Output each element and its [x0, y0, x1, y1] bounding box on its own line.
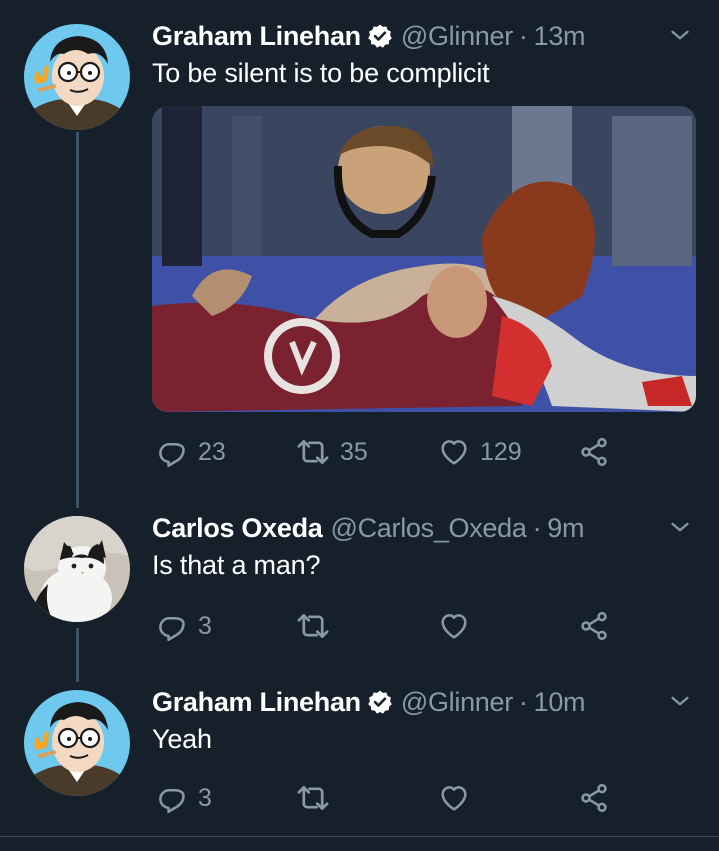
timestamp[interactable]: 10m: [534, 687, 586, 718]
retweet-icon: [296, 781, 330, 815]
reply-count: 3: [198, 611, 212, 640]
divider: [0, 836, 719, 837]
chevron-down-icon: [667, 22, 693, 48]
author-handle[interactable]: @Glinner: [401, 21, 513, 52]
separator: ·: [532, 512, 542, 543]
retweet-icon: [296, 609, 330, 643]
cartoon-man-glasses-avatar-icon: [24, 24, 130, 130]
timestamp[interactable]: 13m: [534, 21, 586, 52]
more-options-button[interactable]: [665, 20, 695, 50]
author-handle[interactable]: @Glinner: [401, 687, 513, 718]
author-name[interactable]: Graham Linehan: [152, 21, 361, 52]
like-button[interactable]: 129: [438, 432, 522, 472]
avatar[interactable]: [24, 690, 130, 796]
share-icon: [578, 782, 610, 814]
tweet-actions: 23 35 129: [152, 432, 622, 472]
heart-icon: [438, 782, 470, 814]
tweet-2[interactable]: Carlos Oxeda @Carlos_Oxeda · 9m Is that …: [0, 510, 719, 660]
tweet-1[interactable]: Graham Linehan @Glinner · 13m To be sile…: [0, 18, 719, 478]
separator: ·: [518, 20, 528, 51]
reply-button[interactable]: 3: [156, 606, 212, 646]
chevron-down-icon: [667, 688, 693, 714]
reply-icon: [156, 782, 188, 814]
more-options-button[interactable]: [665, 686, 695, 716]
reply-icon: [156, 610, 188, 642]
retweet-button[interactable]: [296, 778, 330, 818]
author-handle[interactable]: @Carlos_Oxeda: [330, 513, 526, 544]
author-name[interactable]: Graham Linehan: [152, 687, 361, 718]
tweet-media-photo[interactable]: [152, 106, 696, 412]
tweet-header: Graham Linehan @Glinner · 13m: [152, 18, 586, 54]
like-button[interactable]: [438, 778, 470, 818]
tweet-3[interactable]: Graham Linehan @Glinner · 10m Yeah 3: [0, 684, 719, 824]
verified-badge-icon: [367, 23, 393, 49]
tweet-text: Yeah: [152, 724, 212, 754]
cat-avatar-icon: [24, 516, 130, 622]
tweet-actions: 3: [152, 778, 622, 818]
tweet-header: Graham Linehan @Glinner · 10m: [152, 684, 586, 720]
heart-icon: [438, 610, 470, 642]
like-button[interactable]: [438, 606, 470, 646]
verified-badge-icon: [367, 689, 393, 715]
wrestling-photo-icon: [152, 106, 696, 412]
retweet-icon: [296, 435, 330, 469]
chevron-down-icon: [667, 514, 693, 540]
tweet-actions: 3: [152, 606, 622, 646]
avatar[interactable]: [24, 24, 130, 130]
tweet-header: Carlos Oxeda @Carlos_Oxeda · 9m: [152, 510, 585, 546]
heart-icon: [438, 436, 470, 468]
share-button[interactable]: [578, 778, 610, 818]
share-button[interactable]: [578, 606, 610, 646]
retweet-button[interactable]: [296, 606, 330, 646]
share-icon: [578, 436, 610, 468]
retweet-count: 35: [340, 437, 368, 466]
share-button[interactable]: [578, 432, 610, 472]
tweet-text: Is that a man?: [152, 550, 321, 580]
author-name[interactable]: Carlos Oxeda: [152, 513, 323, 544]
retweet-button[interactable]: 35: [296, 432, 368, 472]
more-options-button[interactable]: [665, 512, 695, 542]
tweet-text: To be silent is to be complicit: [152, 58, 490, 88]
avatar[interactable]: [24, 516, 130, 622]
reply-icon: [156, 436, 188, 468]
timestamp[interactable]: 9m: [547, 513, 584, 544]
reply-count: 23: [198, 437, 226, 466]
reply-button[interactable]: 3: [156, 778, 212, 818]
reply-button[interactable]: 23: [156, 432, 226, 472]
like-count: 129: [480, 437, 522, 466]
separator: ·: [518, 686, 528, 717]
cartoon-man-glasses-avatar-icon: [24, 690, 130, 796]
reply-count: 3: [198, 783, 212, 812]
share-icon: [578, 610, 610, 642]
